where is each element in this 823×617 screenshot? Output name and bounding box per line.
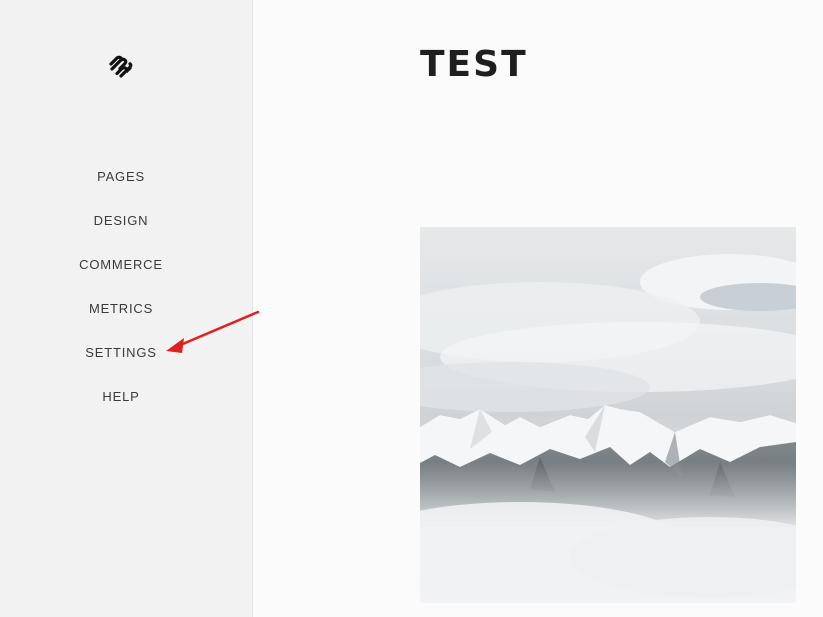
page-title: TEST [420, 44, 528, 85]
sidebar-item-label: METRICS [88, 301, 154, 316]
sidebar-item-commerce[interactable]: COMMERCE [0, 255, 242, 299]
sidebar-item-label: COMMERCE [79, 257, 163, 272]
sidebar: PAGES DESIGN COMMERCE METRICS SETTINGS H… [0, 0, 253, 617]
sidebar-item-settings[interactable]: SETTINGS [0, 343, 242, 387]
sidebar-item-label: PAGES [97, 169, 145, 184]
sidebar-item-metrics[interactable]: METRICS [0, 299, 242, 343]
hero-image[interactable] [420, 227, 796, 603]
sidebar-item-pages[interactable]: PAGES [0, 167, 242, 211]
sidebar-item-design[interactable]: DESIGN [0, 211, 242, 255]
sidebar-item-help[interactable]: HELP [0, 387, 242, 431]
site-preview: TEST [253, 0, 823, 617]
sidebar-item-label: SETTINGS [85, 345, 157, 360]
sidebar-nav: PAGES DESIGN COMMERCE METRICS SETTINGS H… [0, 167, 242, 431]
squarespace-logo-icon[interactable] [108, 55, 134, 79]
sidebar-item-label: DESIGN [93, 213, 149, 228]
app-window: PAGES DESIGN COMMERCE METRICS SETTINGS H… [0, 0, 823, 617]
sidebar-item-label: HELP [102, 389, 140, 404]
